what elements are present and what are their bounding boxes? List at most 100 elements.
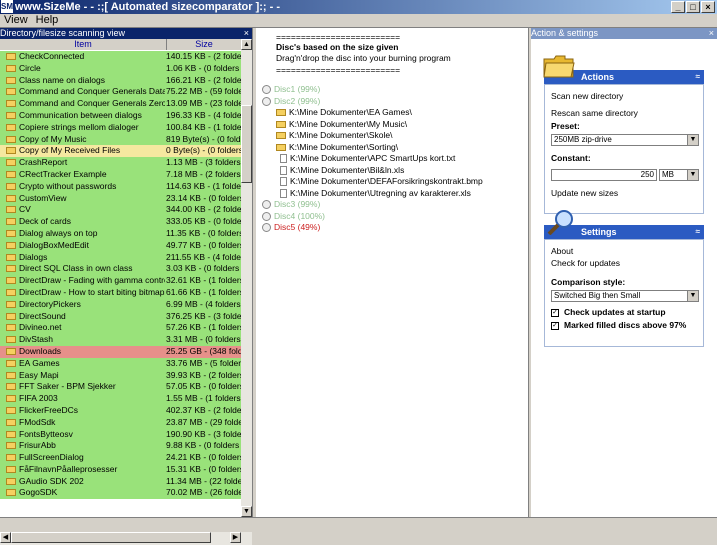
disc-node[interactable]: Disc1 (99%) bbox=[262, 84, 320, 95]
list-item[interactable]: FlickerFreeDCs 402.37 KB - (2 folders bbox=[0, 404, 241, 417]
disc-node[interactable]: Disc2 (99%) bbox=[262, 96, 320, 107]
item-name: Class name on dialogs bbox=[19, 74, 105, 85]
list-item[interactable]: Circle 1.06 KB - (0 folders an bbox=[0, 62, 241, 75]
list-item[interactable]: FIFA 2003 1.55 MB - (1 folders ar bbox=[0, 393, 241, 405]
folder-icon bbox=[6, 300, 16, 308]
list-item[interactable]: FModSdk 23.87 MB - (29 folders bbox=[0, 416, 241, 429]
close-button[interactable]: × bbox=[701, 1, 715, 13]
folder-icon bbox=[6, 53, 16, 60]
list-item[interactable]: Divineo.net 57.26 KB - (1 folders a bbox=[0, 322, 241, 335]
maximize-button[interactable]: □ bbox=[686, 1, 700, 13]
list-item[interactable]: FullScreenDialog 24.21 KB - (0 folders a bbox=[0, 452, 241, 464]
list-item[interactable]: GAudio SDK 202 11.34 MB - (22 folders bbox=[0, 475, 241, 488]
unit-value: MB bbox=[662, 170, 674, 179]
list-item[interactable]: Communication between dialogs 196.33 KB -… bbox=[0, 109, 241, 122]
list-item[interactable]: FontsBytteosv 190.90 KB - (3 folders bbox=[0, 428, 241, 441]
folder-icon bbox=[6, 430, 16, 438]
file-node[interactable]: K:\Mine Dokumenter\Utregning av karakter… bbox=[280, 188, 471, 199]
comparison-style-select[interactable]: Switched Big then Small ▼ bbox=[551, 290, 699, 302]
disc-node[interactable]: Disc4 (100%) bbox=[262, 211, 325, 222]
startup-updates-checkbox[interactable]: ✓ bbox=[551, 309, 559, 317]
folder-node[interactable]: K:\Mine Dokumenter\Skole\ bbox=[276, 130, 392, 141]
list-item[interactable]: Dialog always on top 11.35 KB - (0 folder… bbox=[0, 227, 241, 240]
vertical-scrollbar[interactable]: ▲ ▼ bbox=[241, 39, 252, 517]
scroll-thumb[interactable] bbox=[241, 105, 252, 183]
list-item[interactable]: FrisurAbb 9.88 KB - (0 folders an bbox=[0, 440, 241, 453]
update-sizes-link[interactable]: Update new sizes bbox=[551, 188, 618, 199]
scan-new-directory-link[interactable]: Scan new directory bbox=[551, 91, 623, 102]
list-item[interactable]: FåFilnavnPåalleprosesser 15.31 KB - (0 fo… bbox=[0, 463, 241, 476]
item-size: 39.93 KB - (2 folders a bbox=[166, 369, 241, 380]
node-label: K:\Mine Dokumenter\My Music\ bbox=[289, 118, 408, 129]
check-updates-link[interactable]: Check for updates bbox=[551, 258, 620, 269]
list-item[interactable]: CheckConnected 140.15 KB - (2 folders bbox=[0, 51, 241, 63]
list-item[interactable]: Copy of My Received Files 0 Byte(s) - (0 … bbox=[0, 145, 241, 158]
item-size: 9.88 KB - (0 folders an bbox=[166, 440, 241, 451]
unit-select[interactable]: MB ▼ bbox=[659, 169, 699, 181]
list-item[interactable]: DirectDraw - How to start biting bitmaps… bbox=[0, 286, 241, 299]
settings-pane: Action & settings × Actions ≈ Scan new d… bbox=[531, 28, 717, 517]
list-item[interactable]: CrashReport 1.13 MB - (3 folders ar bbox=[0, 157, 241, 169]
list-item[interactable]: Dialogs 211.55 KB - (4 folders bbox=[0, 251, 241, 264]
folder-icon bbox=[6, 135, 16, 143]
scroll-right-icon[interactable]: ▶ bbox=[230, 532, 241, 543]
folder-node[interactable]: K:\Mine Dokumenter\EA Games\ bbox=[276, 107, 412, 118]
scroll-down-icon[interactable]: ▼ bbox=[241, 506, 252, 517]
list-item[interactable]: CRectTracker Example 7.18 MB - (2 folders… bbox=[0, 168, 241, 181]
folder-icon bbox=[6, 170, 16, 178]
about-link[interactable]: About bbox=[551, 246, 573, 257]
menu-help[interactable]: Help bbox=[32, 14, 63, 27]
list-item[interactable]: Easy Mapi 39.93 KB - (2 folders a bbox=[0, 369, 241, 382]
item-size: 13.09 MB - (23 folders bbox=[166, 98, 241, 109]
list-item[interactable]: CustomView 23.14 KB - (0 folders a bbox=[0, 192, 241, 205]
list-item[interactable]: Command and Conquer Generals Zero Hour13… bbox=[0, 98, 241, 110]
list-item[interactable]: DivStash 3.31 MB - (0 folders ar bbox=[0, 334, 241, 346]
list-item[interactable]: Command and Conquer Generals Data 75.22 M… bbox=[0, 86, 241, 99]
list-item[interactable]: DirectDraw - Fading with gamma controls 3… bbox=[0, 275, 241, 287]
title-bar: SM www.SizeMe - - :;[ Automated sizecomp… bbox=[0, 0, 717, 14]
list-item[interactable]: DialogBoxMedEdit 49.77 KB - (0 folders a bbox=[0, 239, 241, 252]
list-item[interactable]: EA Games 33.76 MB - (5 folders a bbox=[0, 357, 241, 370]
list-item[interactable]: Downloads 25.25 GB - (348 folder bbox=[0, 345, 241, 358]
list-item[interactable]: Crypto without passwords 114.63 KB - (1 f… bbox=[0, 180, 241, 193]
collapse-icon[interactable]: ≈ bbox=[696, 225, 700, 239]
h-scroll-thumb[interactable] bbox=[11, 532, 211, 543]
dropdown-arrow-icon[interactable]: ▼ bbox=[687, 135, 698, 145]
list-item[interactable]: FFT Saker - BPM Sjekker 57.05 KB - (0 fol… bbox=[0, 381, 241, 394]
list-item[interactable]: GogoSDK 70.02 MB - (26 folders bbox=[0, 487, 241, 500]
collapse-icon[interactable]: ≈ bbox=[696, 70, 700, 84]
item-size: 1.06 KB - (0 folders an bbox=[166, 62, 241, 73]
list-item[interactable]: Deck of cards 333.05 KB - (0 folders bbox=[0, 216, 241, 228]
dropdown-arrow-icon[interactable]: ▼ bbox=[687, 291, 698, 301]
disc-node[interactable]: Disc5 (49%) bbox=[262, 222, 320, 233]
list-item[interactable]: Direct SQL Class in own class 3.03 KB - (… bbox=[0, 263, 241, 276]
minimize-button[interactable]: _ bbox=[671, 1, 685, 13]
directory-panel: Directory/filesize scanning view × Item … bbox=[0, 28, 253, 545]
column-item[interactable]: Item bbox=[0, 39, 167, 50]
horizontal-scrollbar[interactable]: ◀ ▶ bbox=[0, 532, 252, 545]
file-node[interactable]: K:\Mine Dokumenter\Bil&ln.xls bbox=[280, 165, 404, 176]
list-item[interactable]: Copiere strings mellom dialoger 100.84 KB… bbox=[0, 121, 241, 134]
folder-node[interactable]: K:\Mine Dokumenter\Sorting\ bbox=[276, 142, 398, 153]
close-icon[interactable]: × bbox=[709, 28, 714, 39]
scroll-left-icon[interactable]: ◀ bbox=[0, 532, 11, 543]
item-size: 3.03 KB - (0 folders an bbox=[166, 263, 241, 274]
list-item[interactable]: Class name on dialogs 166.21 KB - (2 fold… bbox=[0, 74, 241, 87]
rescan-directory-link[interactable]: Rescan same directory bbox=[551, 108, 638, 119]
file-node[interactable]: K:\Mine Dokumenter\APC SmartUps kort.txt bbox=[280, 153, 455, 164]
preset-select[interactable]: 250MB zip-drive ▼ bbox=[551, 134, 699, 146]
disc-node[interactable]: Disc3 (99%) bbox=[262, 199, 320, 210]
list-item[interactable]: CV 344.00 KB - (2 folders bbox=[0, 204, 241, 217]
list-item[interactable]: Copy of My Music 819 Byte(s) - (0 folder bbox=[0, 133, 241, 146]
column-size[interactable]: Size bbox=[167, 39, 241, 50]
constant-input[interactable]: 250 bbox=[551, 169, 657, 181]
scroll-up-icon[interactable]: ▲ bbox=[241, 39, 252, 50]
folder-node[interactable]: K:\Mine Dokumenter\My Music\ bbox=[276, 119, 407, 130]
close-icon[interactable]: × bbox=[244, 28, 249, 39]
dropdown-arrow-icon[interactable]: ▼ bbox=[687, 170, 698, 180]
list-item[interactable]: DirectoryPickers 6.99 MB - (4 folders ar bbox=[0, 298, 241, 311]
file-node[interactable]: K:\Mine Dokumenter\DEFAForsikringskontra… bbox=[280, 176, 483, 187]
mark-filled-checkbox[interactable]: ✓ bbox=[551, 322, 559, 330]
menu-view[interactable]: View bbox=[0, 14, 32, 27]
list-item[interactable]: DirectSound 376.25 KB - (3 folders bbox=[0, 310, 241, 323]
